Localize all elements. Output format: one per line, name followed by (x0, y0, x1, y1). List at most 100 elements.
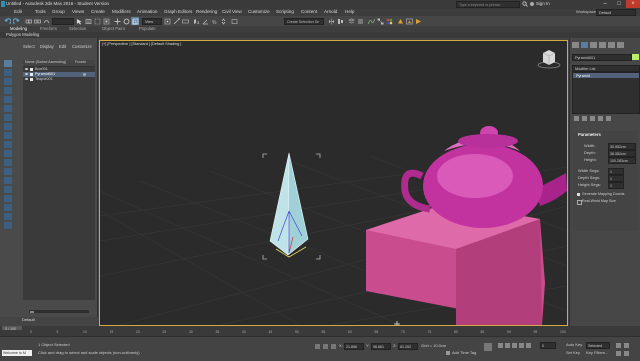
scene-tab-select[interactable]: Select (23, 44, 35, 49)
depth-spinner[interactable]: 36.352cm (608, 150, 636, 157)
display-groups-icon[interactable] (4, 132, 12, 139)
time-slider[interactable]: 0 / 100 0 5 10 15 20 25 30 35 40 45 50 55 60 65 70 75 80… (0, 326, 640, 336)
selected-dropdown[interactable]: Selected (586, 342, 610, 349)
display-none-toggle-icon[interactable] (4, 195, 12, 202)
viewcube-icon[interactable] (537, 50, 561, 69)
ribbon-subtab-polygon-modeling[interactable]: Polygon Modeling (6, 32, 39, 37)
search-input[interactable]: Type a keyword or phrase (456, 1, 520, 8)
menu-views[interactable]: Views (72, 9, 84, 15)
zoom-icon[interactable] (616, 343, 621, 348)
app-logo-icon[interactable] (1, 1, 5, 7)
menu-content[interactable]: Content (301, 9, 317, 15)
menu-scripting[interactable]: Scripting (276, 9, 294, 15)
select-by-name-icon[interactable] (84, 17, 92, 25)
display-cameras-icon[interactable] (4, 105, 12, 112)
isolate-selection-icon[interactable] (315, 344, 320, 349)
x-coordinate-field[interactable]: 21.896 (344, 343, 364, 350)
pin-stack-icon[interactable] (574, 116, 579, 121)
depth-segs-spinner[interactable]: 1 (608, 175, 624, 182)
z-coordinate-field[interactable]: 81.252 (398, 343, 418, 350)
named-selection-set-dropdown[interactable]: Create Selection Se (284, 18, 324, 25)
rendered-frame-window-icon[interactable] (405, 17, 413, 25)
modifier-list-dropdown[interactable]: Modifier List (572, 65, 640, 72)
render-setup-icon[interactable] (396, 17, 404, 25)
object-color-swatch[interactable] (632, 54, 639, 60)
select-object-icon[interactable] (75, 17, 83, 25)
invert-display-icon[interactable] (4, 204, 12, 211)
maximize-viewport-icon[interactable] (624, 351, 629, 356)
menu-create[interactable]: Create (91, 9, 105, 15)
mirror-icon[interactable] (327, 17, 335, 25)
display-hidden-icon[interactable] (4, 177, 12, 184)
render-production-icon[interactable] (414, 17, 422, 25)
width-spinner[interactable]: 30.952cm (608, 143, 636, 150)
play-icon[interactable] (512, 343, 517, 348)
scale-icon[interactable] (131, 17, 139, 25)
go-to-start-icon[interactable] (498, 343, 503, 348)
ribbon-tab-selection[interactable]: Selection (69, 26, 86, 31)
configure-modifier-sets-icon[interactable] (606, 116, 611, 121)
sign-in-button[interactable]: Sign In (536, 1, 550, 6)
graphite-tools-icon[interactable] (356, 17, 364, 25)
display-helpers-icon[interactable] (4, 114, 12, 121)
scene-tab-customize[interactable]: Customize (72, 44, 92, 49)
display-tab-icon[interactable] (608, 42, 615, 48)
unlink-icon[interactable] (33, 17, 41, 25)
maximize-button[interactable]: □ (612, 0, 626, 8)
link-icon[interactable] (24, 17, 32, 25)
display-xrefs-icon[interactable] (4, 141, 12, 148)
bind-space-warp-icon[interactable] (42, 17, 50, 25)
height-segs-spinner[interactable]: 1 (608, 182, 624, 189)
menu-group[interactable]: Group (52, 9, 65, 15)
eye-icon[interactable] (25, 78, 28, 80)
redo-icon[interactable] (12, 17, 20, 25)
auto-key-button[interactable]: Auto Key (566, 343, 582, 347)
rollout-title[interactable]: Parameters (578, 132, 601, 137)
list-item[interactable]: Teapot001 (23, 77, 95, 82)
generate-mapping-checkbox[interactable] (577, 193, 580, 196)
pyramid-object[interactable] (269, 152, 309, 258)
display-shapes-icon[interactable] (4, 87, 12, 94)
menu-customize[interactable]: Customize (248, 9, 270, 15)
curve-editor-icon[interactable] (367, 17, 375, 25)
window-crossing-icon[interactable] (102, 17, 110, 25)
search-icon[interactable] (522, 1, 528, 7)
close-button[interactable]: × (626, 0, 640, 8)
scene-explorer-scrollbar[interactable] (29, 310, 89, 313)
next-frame-icon[interactable] (519, 343, 524, 348)
column-header[interactable]: Name (Sorted Ascending) Frozen (23, 60, 95, 67)
pivot-center-icon[interactable] (163, 17, 171, 25)
ribbon-tab-object-paint[interactable]: Object Paint (102, 26, 125, 31)
scrollbar-thumb[interactable] (30, 310, 34, 313)
modifier-stack-item[interactable]: Pyramid (573, 73, 639, 78)
show-end-result-icon[interactable] (582, 116, 587, 121)
freeze-icon[interactable] (83, 73, 86, 76)
set-key-button[interactable]: Set Key (566, 351, 580, 355)
scene-tab-edit[interactable]: Edit (59, 44, 66, 49)
hierarchy-tab-icon[interactable] (590, 42, 597, 48)
motion-tab-icon[interactable] (599, 42, 606, 48)
select-icon[interactable] (4, 60, 12, 67)
maxscript-listener[interactable]: Welcome to M (2, 350, 32, 356)
find-icon[interactable] (4, 222, 12, 229)
select-and-manipulate-icon[interactable] (172, 17, 180, 25)
set-key-icon[interactable] (484, 343, 492, 351)
add-time-tag-icon[interactable] (446, 351, 450, 355)
eye-icon[interactable] (25, 68, 28, 70)
previous-frame-icon[interactable] (505, 343, 510, 348)
width-segs-spinner[interactable]: 1 (608, 168, 624, 175)
display-geometry-icon[interactable] (4, 78, 12, 85)
time-slider-thumb[interactable]: 0 / 100 (2, 326, 22, 331)
display-all-icon[interactable] (4, 186, 12, 193)
move-icon[interactable] (113, 17, 121, 25)
perspective-viewport[interactable]: [+] [Perspective ] [Standard ] [Default … (99, 40, 568, 326)
menu-animation[interactable]: Animation (137, 9, 157, 15)
display-frozen-icon[interactable] (4, 168, 12, 175)
add-time-tag[interactable]: Add Time Tag (452, 351, 476, 355)
snaps-toggle-icon[interactable]: 3 (192, 17, 200, 25)
go-to-end-icon[interactable] (526, 343, 531, 348)
lock-selection-icon[interactable] (323, 344, 328, 349)
menu-graph-editors[interactable]: Graph Editors (164, 9, 192, 15)
menu-modifiers[interactable]: Modifiers (112, 9, 131, 15)
remove-modifier-icon[interactable] (598, 116, 603, 121)
